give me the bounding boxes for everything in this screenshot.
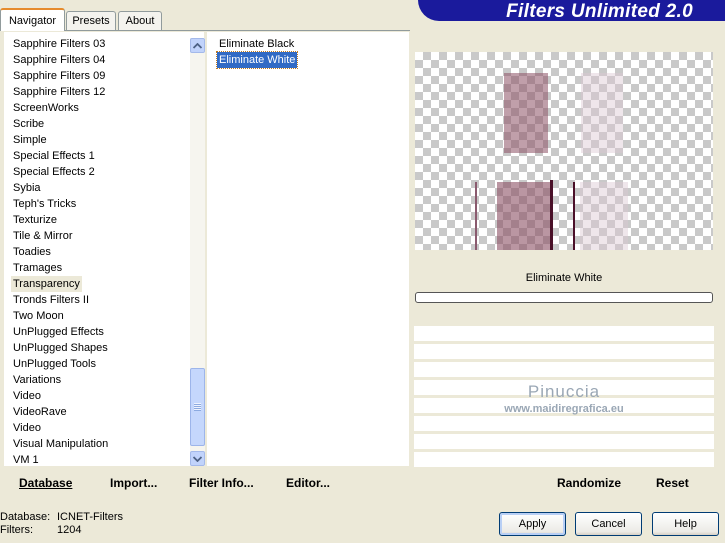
tab-navigator[interactable]: Navigator [0, 8, 65, 31]
filter-info-button[interactable]: Filter Info... [189, 476, 254, 490]
category-item[interactable]: Video [11, 388, 43, 404]
watermark-url: www.maidiregrafica.eu [504, 403, 624, 415]
category-item[interactable]: Texturize [11, 212, 59, 228]
chevron-down-icon[interactable] [190, 451, 205, 466]
category-item[interactable]: VM 1 [11, 452, 41, 468]
reset-button[interactable]: Reset [656, 476, 689, 490]
status-filters: Filters: 1204 [0, 524, 82, 536]
control-slot [414, 433, 714, 449]
category-item[interactable]: Special Effects 2 [11, 164, 97, 180]
category-item[interactable]: Special Effects 1 [11, 148, 97, 164]
scrollbar-thumb[interactable] [190, 368, 205, 446]
apply-button[interactable]: Apply [499, 512, 566, 536]
chevron-up-icon[interactable] [190, 38, 205, 53]
category-item[interactable]: Transparency [11, 276, 82, 292]
category-item[interactable]: Scribe [11, 116, 46, 132]
control-slot [414, 415, 714, 431]
category-list[interactable]: Sapphire Filters 03 Sapphire Filters 04 Sa… [4, 32, 205, 468]
category-item[interactable]: Toadies [11, 244, 53, 260]
category-item[interactable]: Sybia [11, 180, 43, 196]
category-item[interactable]: Tramages [11, 260, 64, 276]
tab-about[interactable]: About [118, 11, 162, 30]
import-button[interactable]: Import... [110, 476, 157, 490]
control-slot [414, 325, 714, 341]
preview-shape [497, 182, 553, 250]
category-item[interactable]: Teph's Tricks [11, 196, 78, 212]
preview-image [415, 52, 713, 250]
category-item[interactable]: Sapphire Filters 03 [11, 36, 107, 52]
category-item[interactable]: Tronds Filters II [11, 292, 91, 308]
preview-shape [581, 73, 623, 153]
watermark-text: Pinuccia [527, 382, 601, 401]
category-item[interactable]: Video [11, 420, 43, 436]
category-item[interactable]: Sapphire Filters 09 [11, 68, 107, 84]
category-scrollbar[interactable] [190, 38, 205, 466]
cancel-button[interactable]: Cancel [575, 512, 642, 536]
category-item[interactable]: Two Moon [11, 308, 66, 324]
category-item[interactable]: Visual Manipulation [11, 436, 110, 452]
filter-item[interactable]: Eliminate Black [217, 36, 296, 52]
title-banner: Filters Unlimited 2.0 [418, 0, 725, 21]
preview-line [550, 180, 553, 250]
preview-shape [504, 73, 548, 153]
category-item[interactable]: UnPlugged Tools [11, 356, 98, 372]
category-item[interactable]: Sapphire Filters 12 [11, 84, 107, 100]
help-button[interactable]: Help [652, 512, 719, 536]
filter-name-label: Eliminate White [525, 272, 603, 284]
preview-line [475, 182, 477, 250]
database-button[interactable]: Database [19, 476, 72, 490]
category-item[interactable]: VideoRave [11, 404, 69, 420]
category-item[interactable]: Simple [11, 132, 49, 148]
category-item[interactable]: Sapphire Filters 04 [11, 52, 107, 68]
category-item[interactable]: Variations [11, 372, 63, 388]
category-item[interactable]: Tile & Mirror [11, 228, 74, 244]
category-item[interactable]: UnPlugged Shapes [11, 340, 110, 356]
preview-line [573, 182, 575, 250]
editor-button[interactable]: Editor... [286, 476, 330, 490]
randomize-button[interactable]: Randomize [557, 476, 621, 490]
preview-shape [580, 182, 628, 250]
category-item[interactable]: ScreenWorks [11, 100, 81, 116]
tab-presets[interactable]: Presets [66, 11, 116, 30]
control-slot [414, 361, 714, 377]
control-slot [414, 343, 714, 359]
app-title: Filters Unlimited 2.0 [506, 1, 693, 21]
status-database: Database: ICNET-Filters [0, 511, 123, 523]
progress-bar [415, 292, 713, 303]
category-item[interactable]: UnPlugged Effects [11, 324, 106, 340]
filter-list[interactable]: Eliminate Black Eliminate White [207, 32, 409, 466]
control-slot [414, 451, 714, 467]
filter-item[interactable]: Eliminate White [215, 51, 299, 69]
